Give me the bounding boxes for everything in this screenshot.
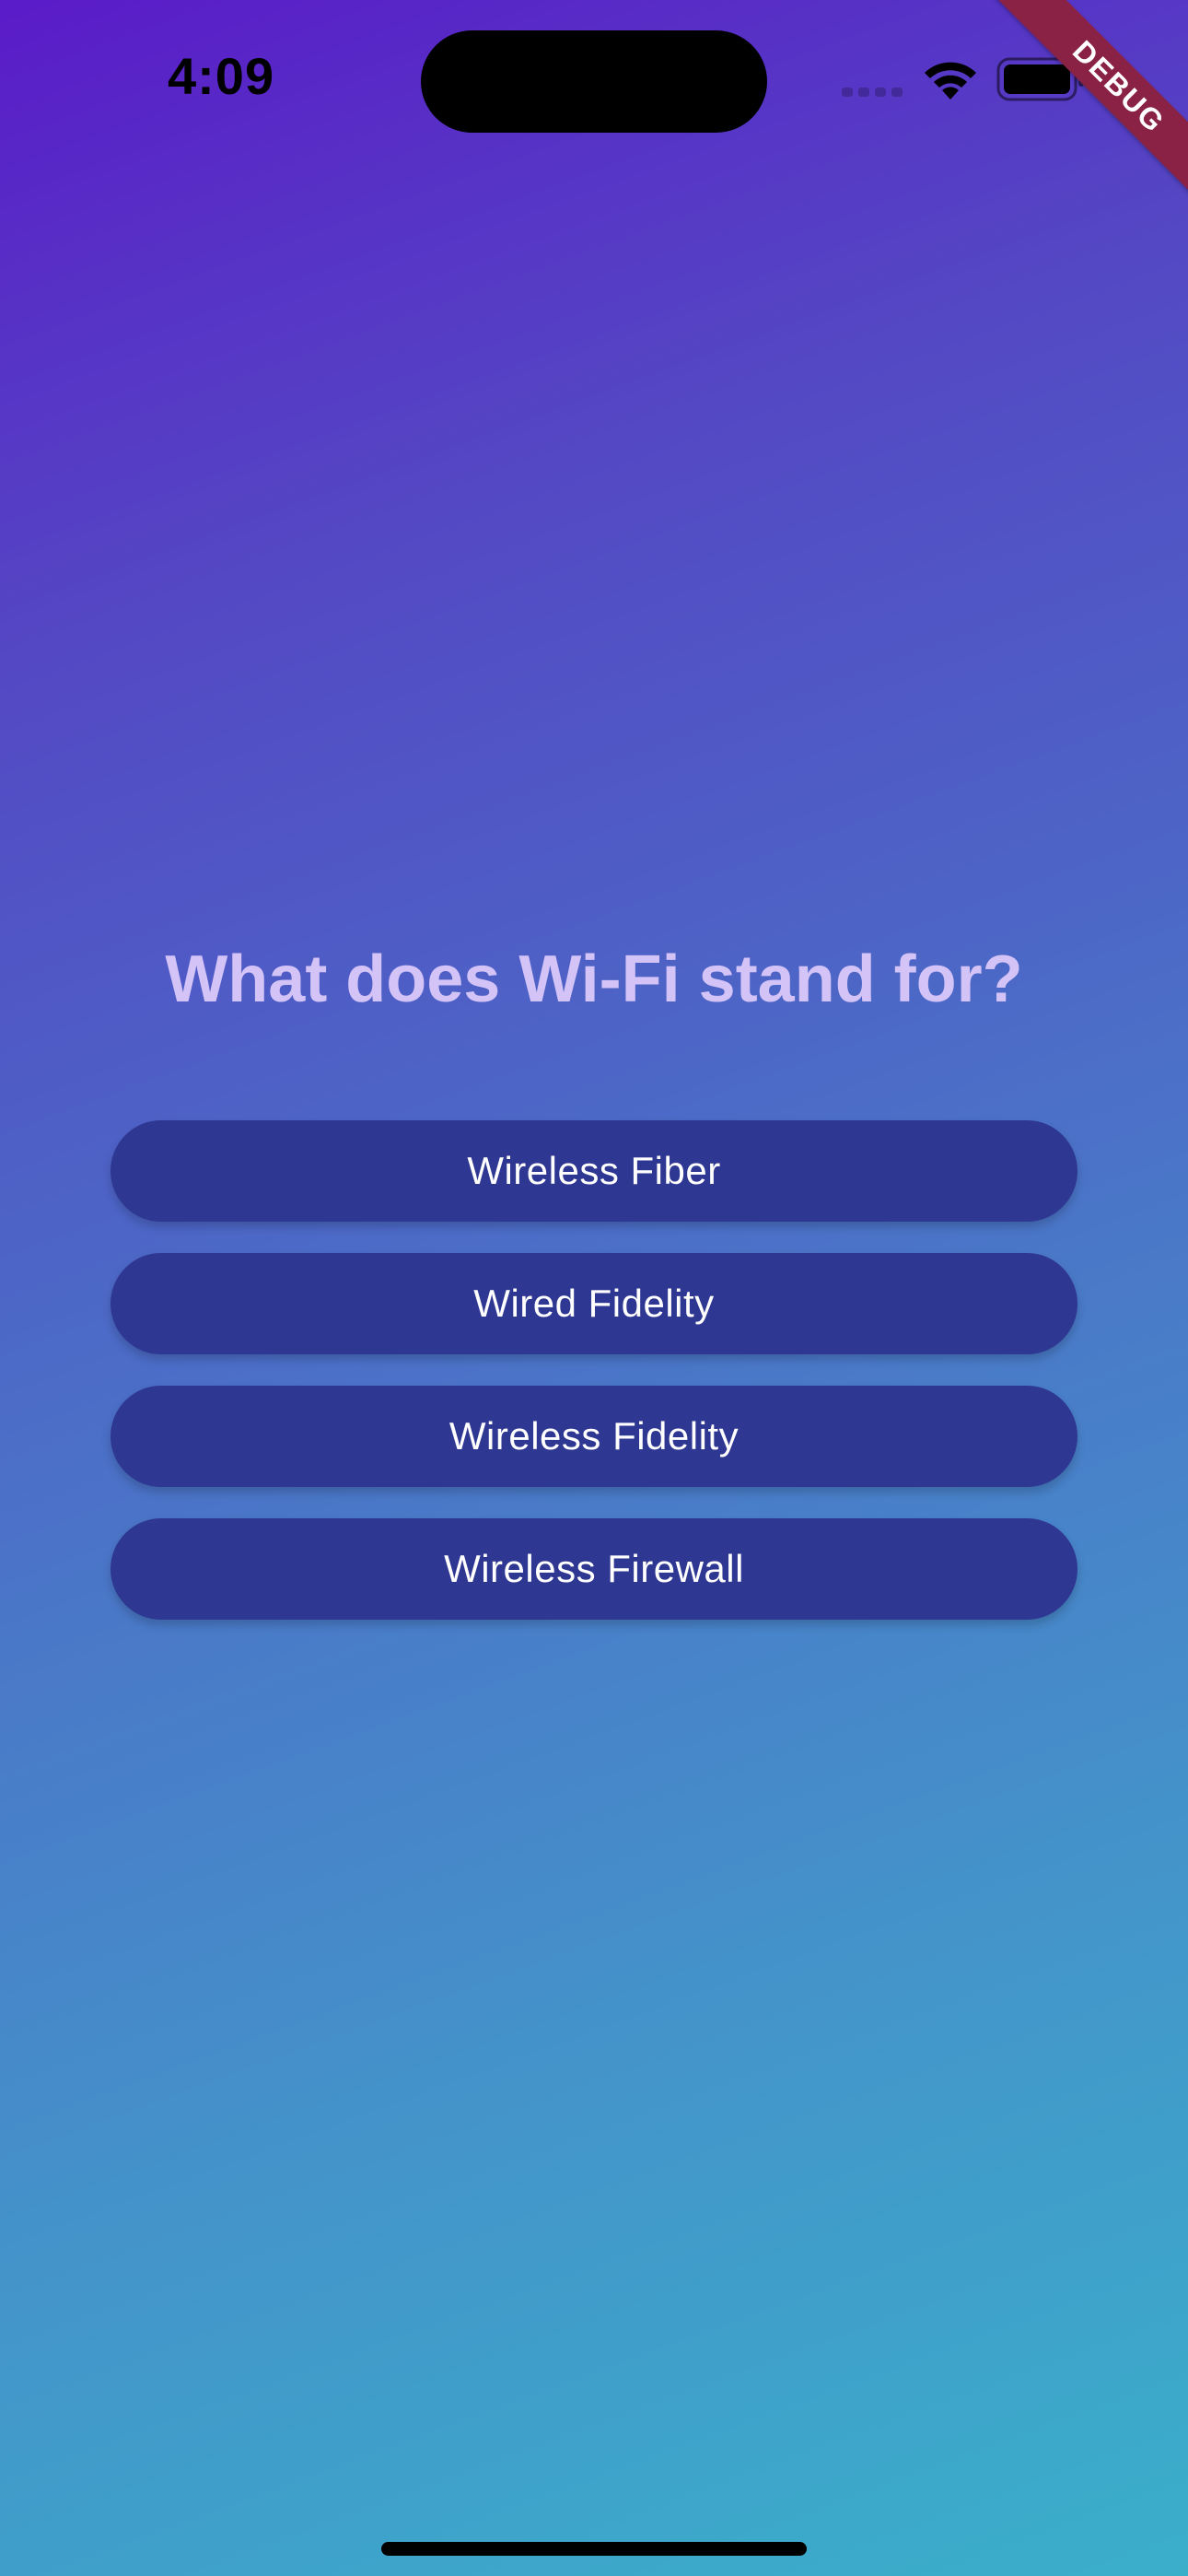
wifi-icon — [925, 62, 976, 100]
answer-label: Wireless Fidelity — [448, 1414, 740, 1458]
answer-list: Wireless Fiber Wired Fidelity Wireless F… — [111, 1120, 1077, 1651]
answer-button-wireless-fidelity[interactable]: Wireless Fidelity — [111, 1386, 1077, 1487]
answer-button-wired-fidelity[interactable]: Wired Fidelity — [111, 1253, 1077, 1354]
answer-label: Wired Fidelity — [473, 1282, 715, 1325]
home-indicator[interactable] — [381, 2542, 807, 2556]
status-time: 4:09 — [168, 47, 275, 105]
answer-button-wireless-firewall[interactable]: Wireless Firewall — [111, 1518, 1077, 1620]
quiz-screen: 4:09 DEBUG What does Wi-Fi stand for? Wi… — [0, 0, 1188, 2576]
answer-label: Wireless Firewall — [444, 1547, 744, 1590]
dynamic-island — [421, 30, 767, 133]
answer-label: Wireless Fiber — [467, 1149, 721, 1192]
question-title: What does Wi-Fi stand for? — [165, 943, 1023, 1016]
answer-button-wireless-fiber[interactable]: Wireless Fiber — [111, 1120, 1077, 1222]
debug-banner: DEBUG — [994, 0, 1188, 212]
signal-icon — [842, 88, 903, 97]
